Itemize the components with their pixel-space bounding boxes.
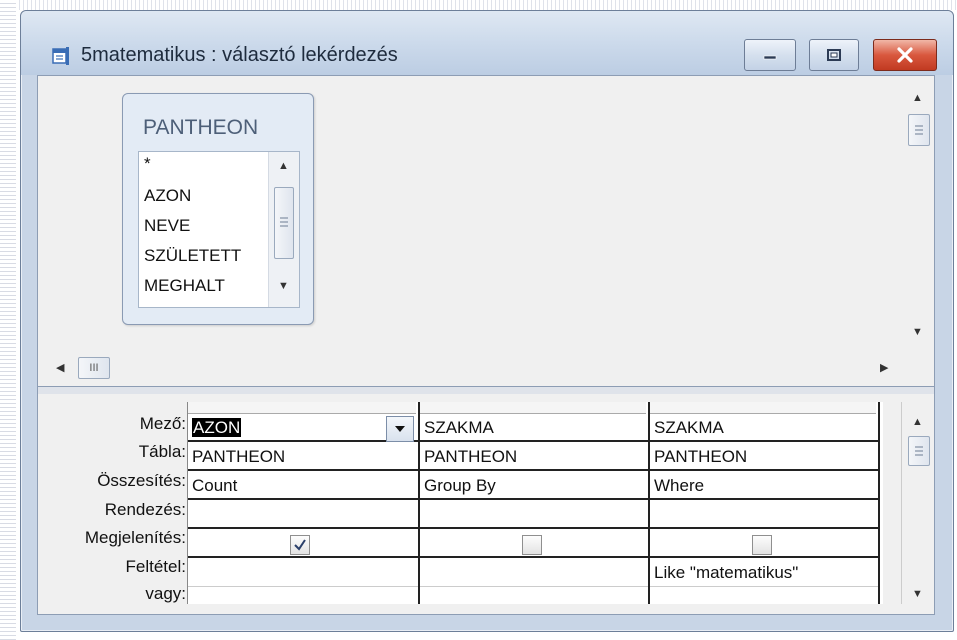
show-checkbox-checked[interactable] [290, 535, 310, 555]
row-label-sort: Rendezés: [104, 500, 186, 519]
grid-cell-criteria[interactable]: Like "matematikus" [650, 559, 880, 587]
row-label-criteria: Feltétel: [125, 557, 186, 576]
scroll-up-icon[interactable]: ▲ [278, 160, 289, 172]
field-item[interactable]: * [144, 154, 151, 174]
grid-cell-total[interactable]: Where [650, 472, 880, 500]
row-label-show: Megjelenítés: [84, 528, 186, 547]
grid-cell-field[interactable]: SZAKMA [420, 414, 650, 442]
grid-cell-sort[interactable] [650, 501, 880, 529]
column-selector[interactable] [188, 402, 416, 414]
window-title: 5matematikus : választó lekérdezés [81, 44, 398, 66]
table-box-pantheon[interactable]: PANTHEON * AZON NEVE SZÜLETETT MEGHALT ▲ [122, 93, 314, 325]
field-item[interactable]: SZÜLETETT [144, 246, 241, 266]
row-label-table: Tábla: [138, 442, 186, 461]
maximize-button[interactable] [809, 39, 859, 71]
grid-vscrollbar[interactable]: ▲ ▼ [901, 402, 934, 604]
table-pane-vscrollbar[interactable]: ▲ ▼ [902, 76, 934, 351]
scroll-right-icon[interactable]: ▶ [880, 361, 888, 374]
title-bar[interactable]: 5matematikus : választó lekérdezés [21, 11, 953, 75]
scroll-down-icon[interactable]: ▼ [912, 326, 923, 338]
grip-icon [915, 125, 923, 135]
field-item[interactable]: MEGHALT [144, 276, 225, 296]
table-pane: PANTHEON * AZON NEVE SZÜLETETT MEGHALT ▲ [38, 76, 934, 386]
scroll-left-icon[interactable]: ◀ [56, 361, 64, 374]
grid-cell-criteria[interactable] [420, 559, 650, 587]
close-icon [897, 47, 913, 63]
field-list[interactable]: * AZON NEVE SZÜLETETT MEGHALT ▲ ▼ [138, 151, 300, 308]
scroll-thumb[interactable]: III [78, 357, 110, 379]
scroll-down-icon[interactable]: ▼ [912, 588, 923, 600]
table-pane-hscrollbar[interactable]: ◀ III ▶ [38, 351, 902, 384]
column-divider[interactable] [418, 402, 420, 604]
table-name: PANTHEON [143, 116, 259, 139]
query-window: 5matematikus : választó lekérdezés PANTH… [20, 10, 954, 632]
field-dropdown-button[interactable] [386, 416, 414, 442]
maximize-icon [827, 49, 841, 61]
chevron-down-icon [395, 426, 405, 432]
scroll-thumb[interactable] [908, 114, 930, 146]
close-button[interactable] [873, 39, 937, 71]
scroll-up-icon[interactable]: ▲ [912, 416, 923, 428]
grid-cell-table[interactable]: PANTHEON [650, 443, 880, 471]
show-checkbox-unchecked[interactable] [752, 535, 772, 555]
selected-field-text[interactable]: AZON [192, 418, 242, 437]
background-pattern-left [0, 0, 16, 640]
row-label-total: Összesítés: [97, 471, 186, 490]
grip-icon [280, 217, 288, 227]
scroll-up-icon[interactable]: ▲ [912, 92, 923, 104]
grid-cell-or[interactable] [650, 588, 880, 604]
field-list-scrollbar[interactable]: ▲ ▼ [268, 152, 299, 307]
grid-cell-total[interactable]: Group By [420, 472, 650, 500]
design-grid[interactable]: AZON PANTHEON Count SZAKMA PANTHEON Grou… [187, 402, 883, 604]
query-icon [52, 47, 69, 65]
column-selector[interactable] [418, 402, 646, 414]
grid-cell-criteria[interactable] [188, 559, 418, 587]
grid-cell-table[interactable]: PANTHEON [420, 443, 650, 471]
field-item[interactable]: NEVE [144, 216, 190, 236]
grid-cell-table[interactable]: PANTHEON [188, 443, 418, 471]
row-label-field: Mező: [139, 414, 186, 433]
grid-cell-field[interactable]: SZAKMA [650, 414, 880, 442]
checkmark-icon [294, 539, 306, 551]
grid-cell-field[interactable]: AZON [188, 414, 418, 442]
column-selector[interactable] [648, 402, 876, 414]
scroll-down-icon[interactable]: ▼ [278, 280, 289, 292]
column-divider[interactable] [648, 402, 650, 604]
query-design-area: PANTHEON * AZON NEVE SZÜLETETT MEGHALT ▲ [37, 75, 935, 615]
grid-cell-total[interactable]: Count [188, 472, 418, 500]
grid-cell-or[interactable] [420, 588, 650, 604]
field-item[interactable]: AZON [144, 186, 191, 206]
grid-cell-or[interactable] [188, 588, 418, 604]
grip-icon [915, 446, 923, 456]
scroll-thumb[interactable] [274, 187, 294, 259]
column-divider[interactable] [878, 402, 880, 604]
show-checkbox-unchecked[interactable] [522, 535, 542, 555]
grid-cell-sort[interactable] [420, 501, 650, 529]
row-label-or: vagy: [145, 584, 186, 603]
grid-cell-sort[interactable] [188, 501, 418, 529]
design-grid-pane: Mező: Tábla: Összesítés: Rendezés: Megje… [38, 394, 934, 614]
scroll-thumb[interactable] [908, 436, 930, 466]
minimize-icon [763, 55, 777, 60]
minimize-button[interactable] [744, 39, 796, 71]
background-pattern-top [0, 0, 957, 10]
